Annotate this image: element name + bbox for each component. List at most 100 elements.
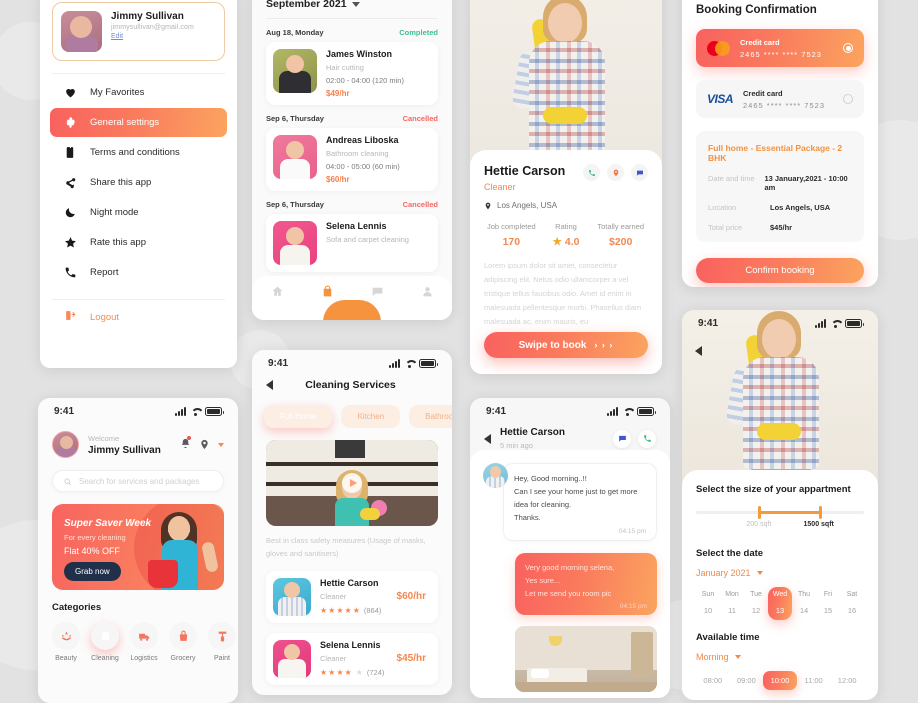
back-button[interactable] <box>484 433 491 444</box>
sidebar-item-share-this-app[interactable]: Share this app <box>50 168 227 197</box>
sidebar-profile-card[interactable]: Jimmy Sullivan jimmysullivan@gmail.com E… <box>52 2 225 61</box>
location-icon[interactable] <box>199 439 210 450</box>
message-bubble: Hey, Good morning..!! Can I see your hom… <box>503 463 657 541</box>
day-mon[interactable]: Mon 11 <box>720 587 744 620</box>
day-name: Fri <box>823 591 833 598</box>
month-selector[interactable]: September 2021 <box>252 0 452 18</box>
day-sat[interactable]: Sat 16 <box>840 587 864 620</box>
nav-chat[interactable] <box>352 285 402 298</box>
sidebar-item-terms-and-conditions[interactable]: Terms and conditions <box>50 138 227 167</box>
review-count: (724) <box>366 668 385 677</box>
categories-title: Categories <box>52 602 102 613</box>
category-paint[interactable]: Paint <box>208 622 236 662</box>
schedule-row-header: Sep 6, Thursday Cancelled <box>252 105 452 128</box>
nav-orders[interactable] <box>302 285 352 298</box>
worker-thumbnail <box>273 49 317 93</box>
month-selector[interactable]: January 2021 <box>696 568 864 578</box>
day-fri[interactable]: Fri 15 <box>816 587 840 620</box>
radio-selected[interactable] <box>843 43 853 53</box>
time-slot-selected[interactable]: 10:00 <box>763 671 797 690</box>
chevron-down-icon <box>756 571 763 575</box>
size-max-label: 1500 sqft <box>803 521 834 528</box>
back-button[interactable] <box>695 346 702 356</box>
worker-list-item[interactable]: Selena Lennis Cleaner ★★★★ ★ (724) $45/hr <box>266 632 438 685</box>
tab-kitchen[interactable]: Kitchen <box>341 405 401 428</box>
edit-profile-link[interactable]: Edit <box>111 33 194 40</box>
category-cleaning[interactable]: Cleaning <box>91 622 119 662</box>
radio-unselected[interactable] <box>843 94 853 104</box>
category-beauty[interactable]: Beauty <box>52 622 80 662</box>
day-number: 10 <box>703 606 713 615</box>
category-label: Paint <box>214 655 230 662</box>
nav-home[interactable] <box>252 285 302 298</box>
search-input[interactable]: Search for services and packages <box>52 470 224 492</box>
call-button[interactable] <box>583 164 600 181</box>
sidebar-item-report[interactable]: Report <box>50 258 227 287</box>
worker-list-item[interactable]: Hettie Carson Cleaner ★★★★★ (864) $60/hr <box>266 570 438 623</box>
status-time: 9:41 <box>698 318 719 329</box>
day-name: Mon <box>725 591 739 598</box>
play-icon[interactable] <box>342 473 362 493</box>
home-panel: 9:41 Welcome Jimmy Sullivan Search for s… <box>38 398 238 703</box>
day-sun[interactable]: Sun 10 <box>696 587 720 620</box>
confirm-booking-button[interactable]: Confirm booking <box>696 258 864 283</box>
schedule-date: Sep 6, Thursday <box>266 114 324 123</box>
month-label: January 2021 <box>696 568 751 578</box>
location-button[interactable] <box>607 164 624 181</box>
schedule-card[interactable]: James Winston Hair cutting 02:00 - 04:00… <box>266 42 438 105</box>
service-name: Sofa and carpet cleaning <box>326 235 409 244</box>
status-bar: 9:41 <box>38 398 238 419</box>
worker-role: Cleaner <box>320 654 347 663</box>
call-button[interactable] <box>638 429 656 448</box>
time-slot[interactable]: 09:00 <box>730 671 764 690</box>
logout-button[interactable]: Logout <box>50 301 227 333</box>
payment-method-mastercard[interactable]: Credit card 2465 **** **** 7523 <box>696 29 864 67</box>
day-wed[interactable]: Wed 13 <box>768 587 792 620</box>
tab-full-home[interactable]: Full Home <box>264 405 333 428</box>
tab-bathroom[interactable]: Bathroom <box>409 405 452 428</box>
available-time-title: Available time <box>696 632 760 643</box>
day-name: Wed <box>772 591 788 598</box>
summary-value: $45/hr <box>770 223 793 232</box>
grab-now-button[interactable]: Grab now <box>64 562 121 581</box>
chat-image-attachment[interactable] <box>515 625 657 692</box>
time-slot[interactable]: 11:00 <box>797 671 831 690</box>
nav-profile[interactable] <box>402 285 452 298</box>
time-slot[interactable]: 08:00 <box>696 671 730 690</box>
swipe-to-book-button[interactable]: Swipe to book › › › <box>484 332 648 358</box>
worker-description: Lorem ipsum dolor sit amet, consectetur … <box>484 261 642 326</box>
category-logistics[interactable]: Logistics <box>130 622 158 662</box>
notifications-button[interactable] <box>180 435 191 454</box>
sidebar-item-label: Night mode <box>90 207 139 218</box>
stat-value: 170 <box>502 236 521 248</box>
promo-banner[interactable]: Super Saver Week For every cleaning Flat… <box>52 504 224 590</box>
message-bubble: Very good morning selena, Yes sure... Le… <box>515 552 657 615</box>
notification-dot <box>187 435 191 440</box>
schedule-card[interactable]: Andreas Liboska Bathroom cleaning 04:00 … <box>266 128 438 191</box>
chevron-down-icon[interactable] <box>218 442 224 447</box>
payment-method-visa[interactable]: VISA Credit card 2465 **** **** 7523 <box>696 80 864 118</box>
schedule-card[interactable]: Selena Lennis Sofa and carpet cleaning <box>266 214 438 272</box>
day-thu[interactable]: Thu 14 <box>792 587 816 620</box>
day-number: 13 <box>775 606 785 615</box>
sidebar-item-rate-this-app[interactable]: Rate this app <box>50 228 227 257</box>
message-button[interactable] <box>631 164 648 181</box>
sidebar-item-night-mode[interactable]: Night mode <box>50 198 227 227</box>
sidebar-item-my-favorites[interactable]: My Favorites <box>50 78 227 107</box>
hero-image <box>682 310 878 485</box>
day-tue[interactable]: Tue 12 <box>744 587 768 620</box>
size-range-slider[interactable] <box>696 506 864 519</box>
back-button[interactable] <box>266 380 273 390</box>
promo-video[interactable] <box>266 440 438 526</box>
heart-icon <box>64 86 77 99</box>
chat-panel: 9:41 Hettie Carson 5 min ago Hey, Good m… <box>470 398 670 698</box>
sidebar-item-general-settings[interactable]: General settings <box>50 108 227 137</box>
slider-handle-min[interactable] <box>758 506 762 519</box>
time-slot[interactable]: 12:00 <box>830 671 864 690</box>
slider-handle-max[interactable] <box>819 506 822 519</box>
category-grocery[interactable]: Grocery <box>169 622 197 662</box>
video-call-button[interactable] <box>613 429 631 448</box>
period-selector[interactable]: Morning <box>696 652 864 662</box>
service-rate: $60/hr <box>326 175 350 184</box>
avatar[interactable] <box>52 431 79 458</box>
